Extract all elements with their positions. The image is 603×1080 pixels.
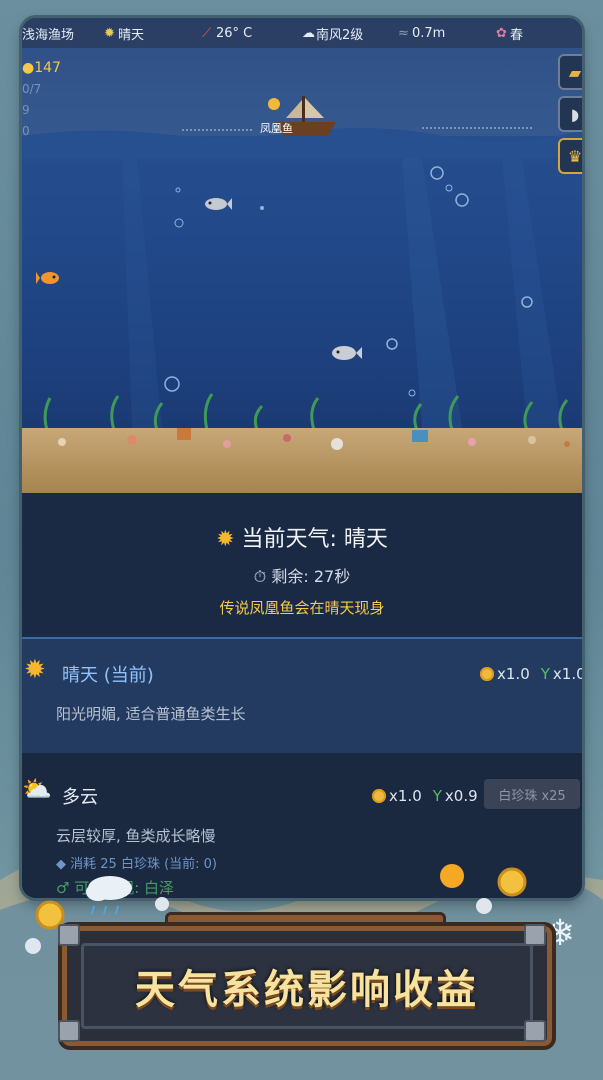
temperature-label: 26° C bbox=[216, 25, 253, 41]
weather-option-sunny[interactable]: ✹ 晴天 (当前) x1.0 Yx1.0 阳光明媚, 适合普通鱼类生长 bbox=[22, 637, 582, 755]
bolt-bottom-right bbox=[524, 1020, 546, 1042]
banner-title: 天气系统影响收益 bbox=[135, 967, 479, 1013]
current-weather-title: ✹ 当前天气: 晴天 bbox=[216, 527, 388, 552]
trophy-button[interactable]: ♛ bbox=[558, 138, 582, 174]
buy-weather-button[interactable]: 白珍珠 x25 bbox=[484, 779, 580, 809]
weather-panel: ✹ 当前天气: 晴天 ⏱ 剩余: 27秒 传说凤凰鱼会在晴天现身 ✹ 晴天 (当… bbox=[22, 493, 582, 898]
weather-option-desc: 阳光明媚, 适合普通鱼类生长 bbox=[56, 705, 246, 723]
stopwatch-icon: ⏱ bbox=[253, 567, 272, 586]
fish-orange[interactable] bbox=[36, 270, 62, 286]
weather-option-desc: 云层较厚, 鱼类成长略慢 bbox=[56, 827, 216, 845]
multipliers: x1.0 Yx1.0 bbox=[480, 665, 582, 683]
book-icon: ▰ bbox=[568, 62, 582, 82]
weather-option-name: 晴天 (当前) bbox=[62, 665, 154, 686]
fish-silver[interactable] bbox=[202, 196, 232, 212]
bolt-top-right bbox=[524, 924, 546, 946]
coin-icon bbox=[372, 789, 386, 803]
wind-icon: ☁ bbox=[302, 25, 315, 41]
ship-label: 凤凰鱼 bbox=[260, 122, 293, 135]
sprout-icon: Y bbox=[432, 787, 442, 805]
sun-icon: ✹ bbox=[216, 527, 242, 552]
wind-label: 南风2级 bbox=[316, 27, 364, 43]
status-bar: 浅海渔场 ✹ 晴天 ⟋ 26° C ☁ 南风2级 ≈ 0.7m ✿ 春 bbox=[22, 18, 582, 48]
flower-icon: ✿ bbox=[496, 25, 507, 41]
coin-icon bbox=[480, 667, 494, 681]
legend-hint: 传说凤凰鱼会在晴天现身 bbox=[219, 599, 385, 617]
fish-count: 0/7 bbox=[22, 82, 42, 96]
game-screen: 浅海渔场 ✹ 晴天 ⟋ 26° C ☁ 南风2级 ≈ 0.7m ✿ 春 ●147… bbox=[22, 18, 582, 898]
sea-floor bbox=[22, 428, 582, 493]
bolt-bottom-left bbox=[58, 1020, 80, 1042]
background-frame: 浅海渔场 ✹ 晴天 ⟋ 26° C ☁ 南风2级 ≈ 0.7m ✿ 春 ●147… bbox=[0, 0, 603, 1080]
coin-count: ●147 bbox=[22, 60, 61, 76]
season-label: 春 bbox=[510, 27, 524, 43]
depth-icon: ≈ bbox=[398, 25, 409, 41]
depth-label: 0.7m bbox=[412, 25, 446, 41]
weather-timer: ⏱ 剩余: 27秒 bbox=[253, 567, 351, 586]
current-weather-card: ✹ 当前天气: 晴天 ⏱ 剩余: 27秒 传说凤凰鱼会在晴天现身 bbox=[22, 493, 582, 638]
cloud-rain-decor bbox=[86, 876, 132, 915]
thermometer-icon: ⟋ bbox=[202, 25, 212, 41]
shell-button[interactable]: ◗ bbox=[558, 96, 582, 132]
weather-label: 晴天 bbox=[118, 27, 145, 43]
coin-icon: ● bbox=[22, 60, 35, 76]
shell-icon: ◗ bbox=[570, 104, 580, 124]
sun-icon: ✹ bbox=[104, 25, 115, 41]
weather-option-name: 多云 bbox=[62, 787, 98, 808]
fish-grey[interactable] bbox=[328, 344, 362, 362]
ocean-scene: 浅海渔场 ✹ 晴天 ⟋ 26° C ☁ 南风2级 ≈ 0.7m ✿ 春 ●147… bbox=[22, 18, 582, 493]
location-label: 浅海渔场 bbox=[22, 27, 75, 43]
feature-banner: 天气系统影响收益 bbox=[62, 926, 552, 1046]
stat-line-3: 0 bbox=[22, 124, 30, 138]
bolt-top-left bbox=[58, 924, 80, 946]
sun-icon: ✹ bbox=[24, 655, 46, 685]
sprout-icon: Y bbox=[540, 665, 550, 683]
player-stats: ●147 0/7 9 0 bbox=[22, 58, 61, 142]
cloudy-icon: ⛅ bbox=[22, 775, 52, 803]
stat-line-2: 9 bbox=[22, 103, 30, 117]
multipliers: x1.0 Yx0.9 bbox=[372, 787, 478, 805]
book-button[interactable]: ▰ bbox=[558, 54, 582, 90]
banner-inner: 天气系统影响收益 bbox=[81, 943, 533, 1029]
trophy-icon: ♛ bbox=[567, 146, 582, 166]
